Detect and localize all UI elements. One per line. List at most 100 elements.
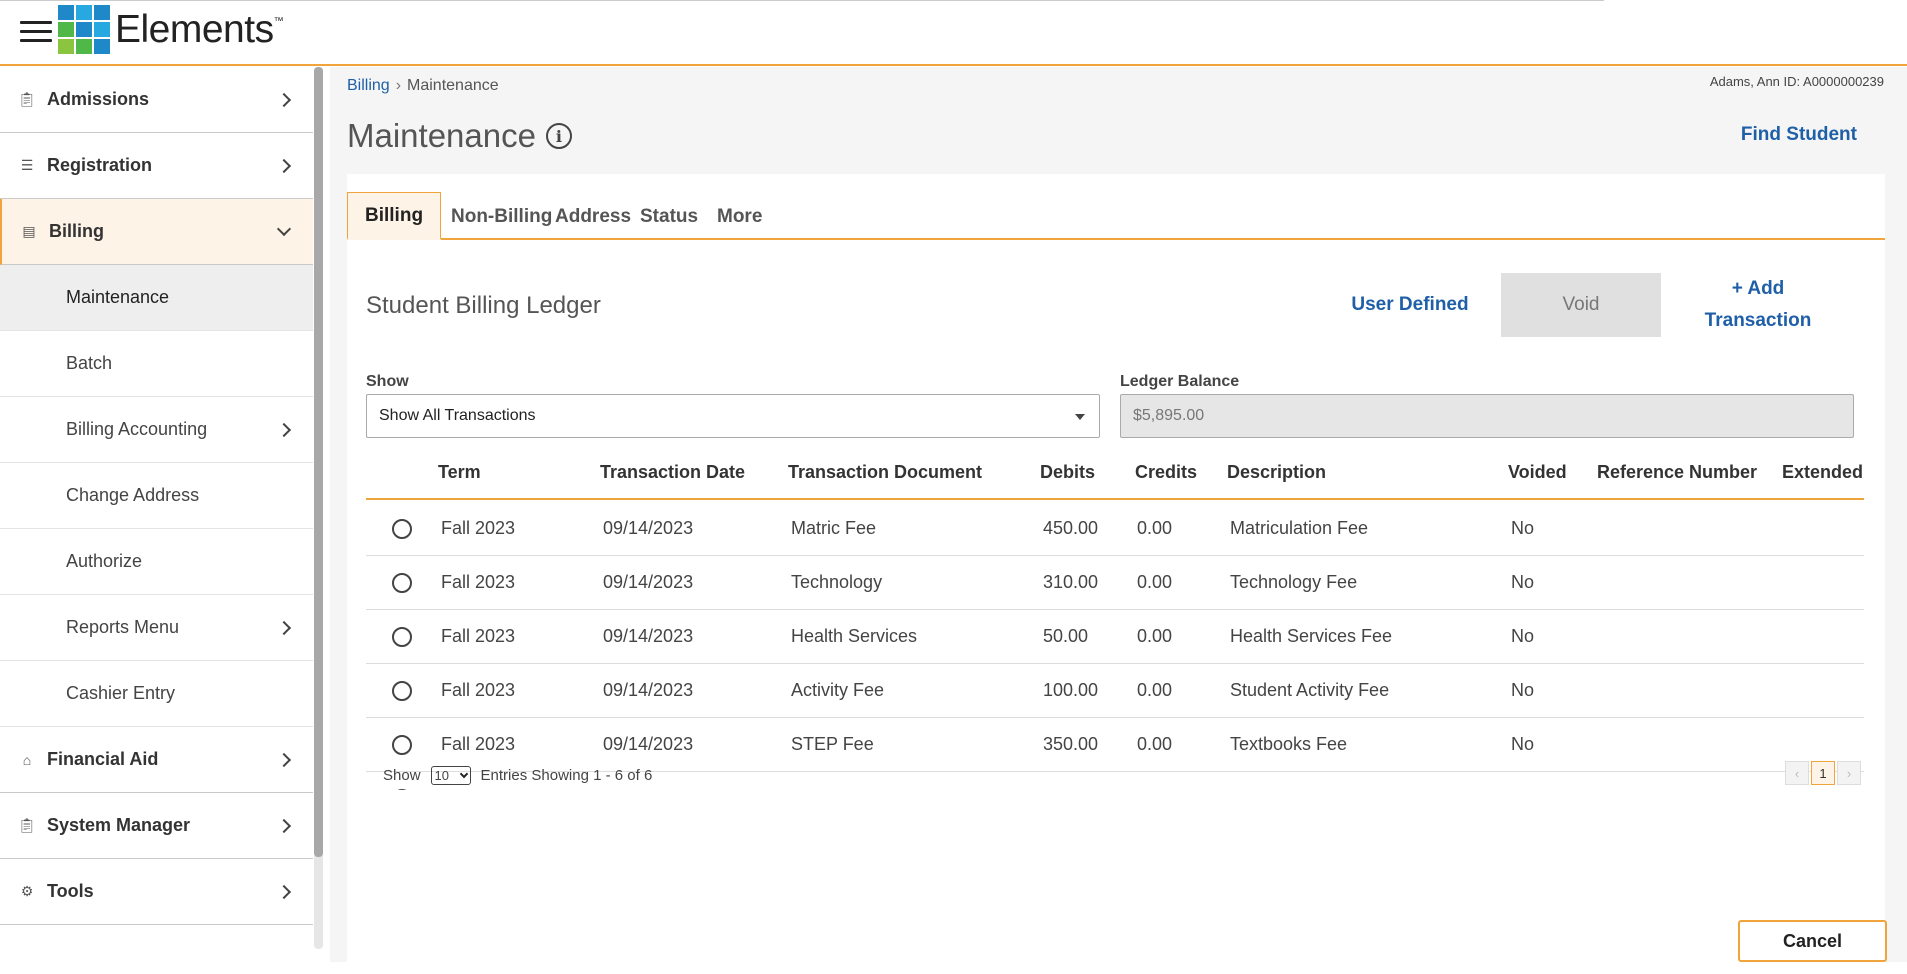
list-icon: ☰: [20, 157, 34, 173]
chevron-down-icon: [459, 769, 468, 779]
page-size-select[interactable]: 10: [430, 766, 471, 785]
find-student-link[interactable]: Find Student: [1741, 124, 1857, 146]
page-title: Maintenance i: [347, 117, 572, 155]
cell-credits: 0.00: [1137, 734, 1173, 754]
breadcrumb-separator: ›: [395, 77, 402, 94]
sidebar-item-registration[interactable]: ☰ Registration: [0, 133, 313, 199]
cell-term: Fall 2023: [441, 788, 515, 790]
row-select-radio[interactable]: [392, 519, 412, 539]
tab-billing[interactable]: Billing: [347, 192, 442, 240]
hamburger-menu-icon[interactable]: [20, 21, 52, 45]
cell-term: Fall 2023: [441, 572, 516, 592]
cell-term: Fall 2023: [441, 680, 516, 700]
row-select-radio[interactable]: [392, 735, 412, 755]
table-header: Term Transaction Date Transaction Docume…: [366, 444, 1864, 500]
col-term[interactable]: Term: [438, 462, 481, 483]
show-transactions-select[interactable]: Show All Transactions: [366, 394, 1100, 438]
col-transaction-date[interactable]: Transaction Date: [600, 462, 745, 483]
cancel-button[interactable]: Cancel: [1738, 920, 1887, 962]
credit-card-icon: ▤: [22, 223, 36, 239]
cell-description: Matriculation Fee: [1230, 518, 1369, 538]
tab-bar: Billing Non-Billing Address Status More: [347, 174, 1885, 240]
sidebar-sub-billing-accounting[interactable]: Billing Accounting: [0, 397, 313, 463]
header-divider: [0, 0, 1604, 1]
entries-count: Entries Showing 1 - 6 of 6: [480, 767, 653, 784]
prev-page-button[interactable]: ‹: [1785, 761, 1809, 785]
cell-credits: 0.00: [1137, 680, 1173, 700]
cell-transaction-date: 09/14/2023: [603, 788, 693, 790]
sidebar-scrollbar-thumb[interactable]: [314, 67, 323, 857]
col-debits[interactable]: Debits: [1040, 462, 1095, 483]
sidebar-sub-cashier-entry[interactable]: Cashier Entry: [0, 661, 313, 727]
sidebar-item-financial-aid[interactable]: ⌂ Financial Aid: [0, 727, 313, 793]
sidebar-sub-change-address[interactable]: Change Address: [0, 463, 313, 529]
col-voided[interactable]: Voided: [1508, 462, 1567, 483]
cell-transaction-date: 09/14/2023: [603, 518, 694, 538]
dropdown-caret-icon: [1075, 414, 1085, 420]
cell-voided: No: [1511, 788, 1534, 790]
billing-panel: Billing Non-Billing Address Status More …: [347, 174, 1887, 974]
student-id-label: Adams, Ann ID: A0000000239: [1709, 74, 1884, 89]
col-description[interactable]: Description: [1227, 462, 1326, 483]
chevron-right-icon: [276, 752, 292, 767]
row-select-radio[interactable]: [392, 789, 412, 790]
sidebar-item-reports-partial[interactable]: [0, 925, 313, 962]
chevron-right-icon: [276, 422, 292, 437]
sidebar-sub-authorize[interactable]: Authorize: [0, 529, 313, 595]
col-transaction-document[interactable]: Transaction Document: [788, 462, 982, 483]
add-transaction-button[interactable]: + Add Transaction: [1683, 273, 1833, 337]
row-select-radio[interactable]: [392, 681, 412, 701]
chevron-right-icon: [276, 884, 292, 899]
cell-description: Health Services Fee: [1230, 626, 1393, 646]
cell-transaction-date: 09/14/2023: [603, 572, 694, 592]
cell-transaction-document: Technology: [791, 572, 883, 592]
table-row[interactable]: Fall 2023 09/14/2023 Matric Fee 450.00 0.00 M…: [366, 502, 1864, 556]
cell-voided: No: [1511, 680, 1535, 700]
row-select-radio[interactable]: [392, 573, 412, 593]
table-row[interactable]: Fall 2023 09/14/2023 STEP Fee 350.00 0.00 Tex…: [366, 718, 1864, 772]
ledger-table: Term Transaction Date Transaction Docume…: [366, 444, 1864, 790]
col-reference-number[interactable]: Reference Number: [1597, 462, 1757, 483]
cell-credits: 0.00: [1137, 788, 1172, 790]
cell-transaction-document: STEP Fee: [791, 734, 874, 754]
next-page-button[interactable]: ›: [1837, 761, 1861, 785]
col-extended[interactable]: Extended T: [1782, 462, 1864, 483]
sidebar-item-system-manager[interactable]: 📋︎ System Manager: [0, 793, 313, 859]
cell-transaction-document: Health Services: [791, 626, 918, 646]
sidebar-item-tools[interactable]: ⚙ Tools: [0, 859, 313, 925]
cell-credits: 0.00: [1137, 626, 1173, 646]
cell-voided: No: [1511, 734, 1535, 754]
table-row[interactable]: Fall 2023 09/14/2023 Technology 310.00 0.00 T…: [366, 556, 1864, 610]
clipboard-icon: 📋︎: [18, 91, 36, 107]
clipboard-icon: 📋︎: [18, 817, 36, 833]
page-1-button[interactable]: 1: [1811, 761, 1835, 785]
row-select-radio[interactable]: [392, 627, 412, 647]
cell-transaction-document: Matric Fee: [791, 518, 877, 538]
sidebar-sub-batch[interactable]: Batch: [0, 331, 313, 397]
info-icon[interactable]: i: [545, 123, 572, 149]
cell-credits: 0.00: [1137, 572, 1173, 592]
sidebar-scrollbar[interactable]: [314, 67, 323, 949]
page-size-label: Show: [383, 767, 421, 784]
tab-more[interactable]: More: [700, 194, 779, 240]
user-defined-button[interactable]: User Defined: [1340, 280, 1480, 330]
table-row[interactable]: Fall 2023 09/14/2023 Activity Fee 100.00 0.0…: [366, 664, 1864, 718]
sidebar-sub-maintenance[interactable]: Maintenance: [0, 265, 313, 331]
pagination: ‹ 1 ›: [1785, 761, 1861, 785]
sidebar-item-billing[interactable]: ▤ Billing: [0, 199, 313, 265]
app-header: Elements™: [0, 0, 1907, 66]
cell-debits: 450.00: [1043, 518, 1099, 538]
ledger-balance-field: $5,895.00: [1120, 394, 1854, 438]
col-credits[interactable]: Credits: [1135, 462, 1197, 483]
cell-debits: 350.00: [1043, 734, 1099, 754]
breadcrumb-billing-link[interactable]: Billing: [347, 77, 390, 94]
void-button[interactable]: Void: [1501, 273, 1661, 337]
tools-icon: ⚙: [20, 883, 34, 899]
ledger-balance-label: Ledger Balance: [1120, 373, 1240, 390]
sidebar-sub-reports-menu[interactable]: Reports Menu: [0, 595, 313, 661]
cell-term: Fall 2023: [441, 518, 516, 538]
sidebar-item-admissions[interactable]: 📋︎ Admissions: [0, 67, 313, 133]
breadcrumb: Billing › Maintenance: [347, 77, 499, 95]
table-row[interactable]: Fall 2023 09/14/2023 Health Services 50.00 0…: [366, 610, 1864, 664]
sidebar-nav: 📋︎ Admissions ☰ Registration ▤ Billing M…: [0, 67, 313, 962]
